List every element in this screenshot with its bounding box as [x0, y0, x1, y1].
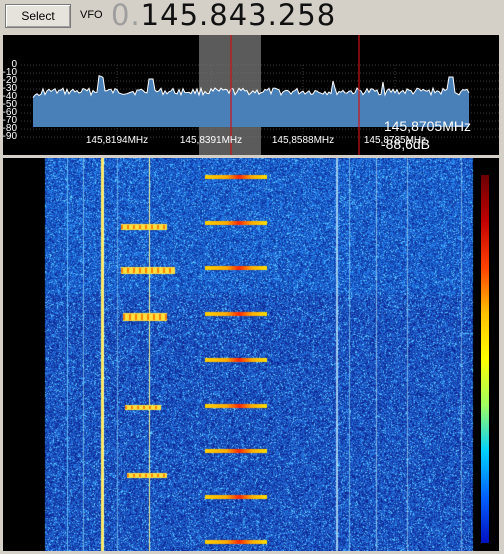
freq-label: 145,8391MHz [180, 135, 242, 146]
waterfall-panel[interactable] [3, 158, 499, 551]
select-button[interactable]: Select [5, 4, 71, 28]
spectrum-plot: 0 -10 -20 -30 -40 -50 -60 -70 -80 -90 14… [3, 35, 499, 155]
db-scale: 0 -10 -20 -30 -40 -50 -60 -70 -80 -90 [3, 59, 17, 142]
vfo-frequency-value: 145.843.258 [140, 0, 337, 32]
vfo-label: VFO [80, 9, 103, 21]
cursor-readout-level: -88,6dB [381, 136, 430, 152]
freq-label: 145,8588MHz [272, 135, 334, 146]
vfo-frequency-display[interactable]: 0.145.843.258 [111, 0, 336, 32]
waterfall-color-scale [481, 175, 489, 543]
db-label: -90 [3, 131, 17, 142]
spectrum-analyzer[interactable]: 0 -10 -20 -30 -40 -50 -60 -70 -80 -90 14… [3, 35, 499, 155]
vfo-dim-prefix: 0. [111, 0, 141, 32]
waterfall-display[interactable] [31, 158, 499, 551]
cursor-readout-frequency: 145,8705MHz [384, 118, 471, 134]
toolbar: Select VFO 0.145.843.258 [0, 0, 504, 32]
freq-label: 145,8194MHz [86, 135, 148, 146]
